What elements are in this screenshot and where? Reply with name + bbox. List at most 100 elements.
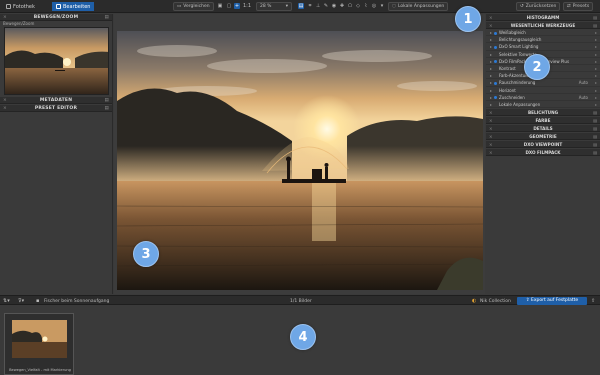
tool-options-icon[interactable]: ▸ xyxy=(595,58,597,65)
panel-menu-icon[interactable]: ▤ xyxy=(593,14,597,21)
expand-arrow-icon[interactable] xyxy=(490,103,492,106)
panel-menu-icon[interactable]: ▤ xyxy=(105,97,109,104)
tool-row[interactable]: Belichtungsausgleich ▸ xyxy=(486,36,600,44)
toggle-placeholder[interactable] xyxy=(494,53,497,56)
tool-row[interactable]: Weißabgleich ▸ xyxy=(486,29,600,37)
close-icon[interactable]: × xyxy=(489,133,493,140)
enabled-toggle-icon[interactable] xyxy=(494,45,497,49)
palette-section-header[interactable]: × FARBE ▤ xyxy=(486,117,600,125)
panel-menu-icon[interactable]: ▤ xyxy=(105,14,109,21)
expand-arrow-icon[interactable] xyxy=(490,46,492,49)
main-photo[interactable] xyxy=(117,31,483,290)
navigator-header[interactable]: × BEWEGEN/ZOOM ▤ xyxy=(0,14,112,21)
presets-button[interactable]: ⇄ Presets xyxy=(563,2,594,11)
preset-editor-header[interactable]: × PRESET EDITOR ▤ xyxy=(0,105,112,112)
tool-options-icon[interactable]: ▸ xyxy=(595,101,597,108)
expand-arrow-icon[interactable] xyxy=(490,67,492,70)
close-icon[interactable]: × xyxy=(3,105,7,112)
layout-icon[interactable]: ▣ xyxy=(217,3,223,9)
straighten-icon[interactable]: ⊥ xyxy=(315,3,321,9)
palette-section-header[interactable]: × DETAILS ▤ xyxy=(486,125,600,133)
panel-menu-icon[interactable]: ▤ xyxy=(593,22,597,29)
panel-menu-icon[interactable]: ▤ xyxy=(593,141,597,148)
close-icon[interactable]: × xyxy=(489,14,493,21)
volume-icon[interactable]: ◇ xyxy=(355,3,361,9)
panel-menu-icon[interactable]: ▤ xyxy=(593,117,597,124)
zoom-level-select[interactable]: 28 % ▾ xyxy=(256,2,292,11)
toggle-placeholder[interactable] xyxy=(494,38,497,41)
metadata-header[interactable]: × METADATEN ▤ xyxy=(0,97,112,104)
toggle-placeholder[interactable] xyxy=(494,89,497,92)
panel-menu-icon[interactable]: ▤ xyxy=(593,133,597,140)
tool-row[interactable]: Lokale Anpassungen ▸ xyxy=(486,101,600,109)
image-viewer[interactable] xyxy=(114,14,485,294)
expand-arrow-icon[interactable] xyxy=(490,39,492,42)
tool-options-icon[interactable]: ▸ xyxy=(595,51,597,58)
panel-menu-icon[interactable]: ▤ xyxy=(593,109,597,116)
panel-menu-icon[interactable]: ▤ xyxy=(593,125,597,132)
palette-section-header[interactable]: × DXO FILMPACK ▤ xyxy=(486,149,600,157)
tab-library[interactable]: Fotothek xyxy=(2,2,39,11)
toggle-placeholder[interactable] xyxy=(494,74,497,77)
toggle-placeholder[interactable] xyxy=(494,67,497,70)
palette-section-header[interactable]: × GEOMETRIE ▤ xyxy=(486,133,600,141)
expand-arrow-icon[interactable] xyxy=(490,53,492,56)
tool-options-icon[interactable]: ▸ xyxy=(595,65,597,72)
tab-edit[interactable]: Bearbeiten xyxy=(52,2,95,11)
expand-arrow-icon[interactable] xyxy=(490,75,492,78)
tool-options-icon[interactable]: ▸ xyxy=(595,79,597,86)
enabled-toggle-icon[interactable] xyxy=(494,96,497,100)
histogram-header[interactable]: × HISTOGRAMM ▤ xyxy=(486,14,600,21)
tool-options-icon[interactable]: ▸ xyxy=(595,43,597,50)
navigator-thumbnail[interactable] xyxy=(4,27,109,95)
red-eye-icon[interactable]: ◉ xyxy=(331,3,337,9)
zoom-icon[interactable]: + xyxy=(234,3,240,9)
palette-section-header[interactable]: × BELICHTUNG ▤ xyxy=(486,109,600,117)
local-adjustments-button[interactable]: ◌ Lokale Anpassungen xyxy=(388,2,449,11)
expand-arrow-icon[interactable] xyxy=(490,60,492,63)
perspective-icon[interactable]: ⬠ xyxy=(347,3,353,9)
close-icon[interactable]: × xyxy=(3,14,7,21)
tool-options-icon[interactable]: ▸ xyxy=(595,94,597,101)
close-icon[interactable]: × xyxy=(489,141,493,148)
enabled-toggle-icon[interactable] xyxy=(494,60,497,64)
enabled-toggle-icon[interactable] xyxy=(494,81,497,85)
close-icon[interactable]: × xyxy=(489,117,493,124)
filmstrip-thumbnail[interactable]: Bewegen_Vielfalt - mit Markierung xyxy=(4,313,74,375)
panel-menu-icon[interactable]: ▤ xyxy=(105,105,109,112)
expand-arrow-icon[interactable] xyxy=(490,89,492,92)
toggle-placeholder[interactable] xyxy=(494,103,497,106)
tool-options-icon[interactable]: ▸ xyxy=(595,29,597,36)
nik-collection-icon[interactable]: ◐ xyxy=(472,298,476,304)
essential-tools-header[interactable]: × WESENTLICHE WERKZEUGE ▤ xyxy=(486,22,600,29)
close-icon[interactable]: × xyxy=(489,22,493,29)
tool-value[interactable]: Auto xyxy=(579,94,588,101)
tool-options-icon[interactable]: ▸ xyxy=(595,72,597,79)
expand-arrow-icon[interactable] xyxy=(490,82,492,85)
repair-icon[interactable]: ✚ xyxy=(339,3,345,9)
tool-row[interactable]: Horizont ▸ xyxy=(486,87,600,94)
expand-arrow-icon[interactable] xyxy=(490,32,492,34)
tool-row[interactable]: DxO Smart Lighting ▸ xyxy=(486,43,600,51)
tool-options-icon[interactable]: ▸ xyxy=(595,36,597,43)
fit-icon[interactable]: ▢ xyxy=(226,3,232,9)
close-icon[interactable]: × xyxy=(489,109,493,116)
histogram-tool-icon[interactable]: ▤ xyxy=(298,3,304,9)
eye-icon[interactable]: ◎ xyxy=(371,3,377,9)
brush-icon[interactable]: ⌇ xyxy=(363,3,369,9)
enabled-toggle-icon[interactable] xyxy=(494,31,497,35)
share-icon[interactable]: ⇧ xyxy=(591,298,595,304)
compare-button[interactable]: ▭ Vergleichen xyxy=(173,2,214,11)
eyedropper-icon[interactable]: ✎ xyxy=(323,3,329,9)
close-icon[interactable]: × xyxy=(489,125,493,132)
palette-section-header[interactable]: × DXO VIEWPOINT ▤ xyxy=(486,141,600,149)
tool-row[interactable]: Zuschneiden Auto ▸ xyxy=(486,94,600,101)
close-icon[interactable]: × xyxy=(489,149,493,156)
filter-icon[interactable]: ⊽▾ xyxy=(18,298,24,304)
zoom-ratio[interactable]: 1:1 xyxy=(242,3,252,9)
tool-row[interactable]: Rauschminderung Auto ▸ xyxy=(486,79,600,87)
panel-menu-icon[interactable]: ▤ xyxy=(593,149,597,156)
crop-icon[interactable]: ⌗ xyxy=(307,3,313,9)
nik-collection-button[interactable]: Nik Collection xyxy=(480,299,511,304)
sort-icon[interactable]: ⇅▾ xyxy=(3,298,10,304)
